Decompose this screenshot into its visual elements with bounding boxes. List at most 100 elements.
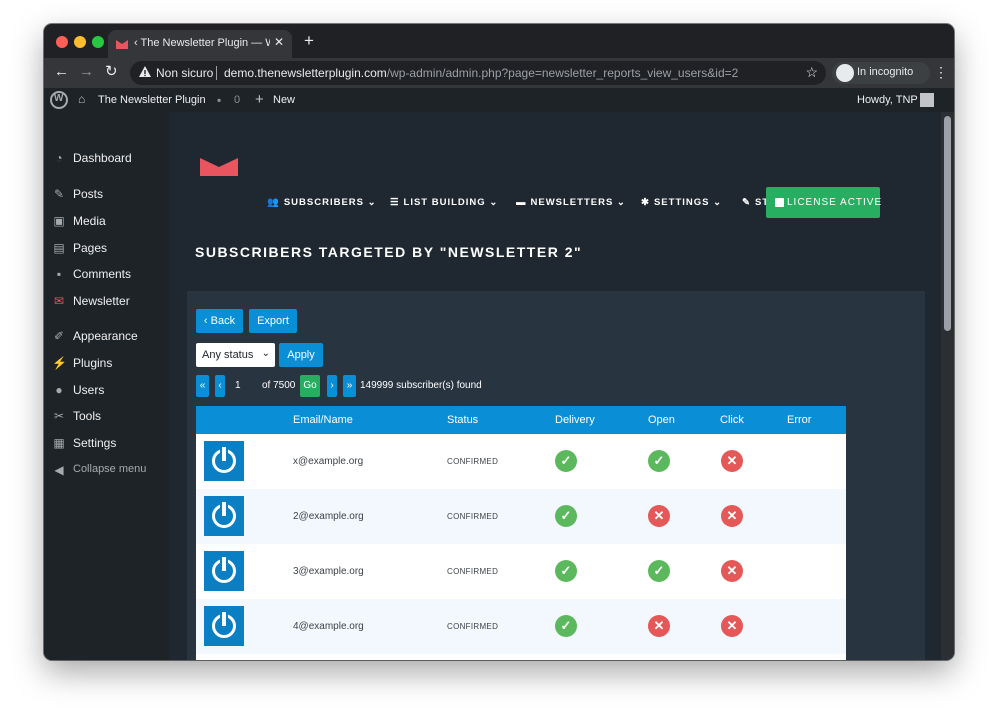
subscribers-table: Email/Name Status Delivery Open Click Er… <box>196 406 846 660</box>
chevron-down-icon: ⌄ <box>367 197 377 208</box>
sidebar-item-dashboard[interactable]: ◔ Dashboard <box>44 147 169 173</box>
go-button[interactable]: Go <box>300 375 320 397</box>
header-email-name: Email/Name <box>293 414 353 426</box>
plus-icon[interactable]: + <box>255 91 264 108</box>
open-check-icon: ✓ <box>648 450 670 472</box>
browser-menu-icon[interactable]: ⋮ <box>934 64 948 81</box>
settings-icon: ▦ <box>53 436 65 450</box>
back-button[interactable]: ‹ Back <box>196 309 243 333</box>
posts-icon: ✎ <box>53 187 65 201</box>
nav-subscribers-label: SUBSCRIBERS <box>283 197 364 208</box>
nav-newsletters-label: NEWSLETTERS <box>530 197 614 208</box>
page-title: SUBSCRIBERS TARGETED BY "NEWSLETTER 2" <box>195 244 583 260</box>
subscriber-email[interactable]: 4@example.org <box>293 621 364 632</box>
new-tab-button[interactable]: + <box>304 32 314 49</box>
reload-icon[interactable]: ↻ <box>105 63 118 81</box>
wrench-icon: ✎ <box>742 197 751 208</box>
page-scrollbar[interactable] <box>941 112 954 660</box>
header-status: Status <box>447 414 479 426</box>
nav-list-building[interactable]: ☰ LIST BUILDING ⌄ <box>390 197 498 208</box>
main-content: 👥 SUBSCRIBERS ⌄ ☰ LIST BUILDING ⌄ ▬ NEWSLET… <box>169 112 941 660</box>
open-cross-icon: ✕ <box>648 505 670 527</box>
sidebar-item-users[interactable]: ● Users <box>44 379 169 405</box>
export-button[interactable]: Export <box>249 309 297 333</box>
status-filter-select[interactable]: Any status ⌄ <box>196 343 275 367</box>
sidebar-item-appearance[interactable]: ✐ Appearance <box>44 325 169 351</box>
browser-tab[interactable]: ‹ The Newsletter Plugin — Wor ✕ <box>108 30 292 58</box>
sidebar-item-label: Posts <box>73 187 104 201</box>
power-bar-shape <box>222 447 226 461</box>
sidebar-item-posts[interactable]: ✎ Posts <box>44 183 169 209</box>
chevron-down-icon: ⌄ <box>713 197 723 208</box>
minimize-window-button[interactable] <box>74 36 86 48</box>
omnibox-divider <box>216 66 217 80</box>
scrollbar-thumb[interactable] <box>944 116 951 331</box>
wordpress-logo-letter: W <box>54 93 64 104</box>
sidebar-item-newsletter[interactable]: ✉ Newsletter <box>44 290 169 316</box>
last-page-button[interactable]: » <box>343 375 356 397</box>
header-error: Error <box>787 414 812 426</box>
collapse-menu-button[interactable]: ◀ Collapse menu <box>44 459 169 485</box>
first-page-button[interactable]: « <box>196 375 209 397</box>
report-panel: ‹ Back Export Any status ⌄ Apply « ‹ 1 o… <box>187 291 925 660</box>
license-label: LICENSE ACTIVE <box>787 197 883 208</box>
sidebar-item-settings[interactable]: ▦ Settings <box>44 432 169 458</box>
incognito-badge[interactable]: In incognito <box>832 62 930 84</box>
sidebar-item-pages[interactable]: ▤ Pages <box>44 237 169 263</box>
comment-icon[interactable]: ▪ <box>217 93 221 107</box>
power-bar-shape <box>222 502 226 516</box>
forward-icon[interactable]: → <box>79 63 94 81</box>
sidebar-item-label: Media <box>73 214 106 228</box>
tab-strip: ‹ The Newsletter Plugin — Wor ✕ + <box>44 24 954 58</box>
open-cross-icon: ✕ <box>648 615 670 637</box>
header-open: Open <box>648 414 675 426</box>
subscriber-email[interactable]: 2@example.org <box>293 511 364 522</box>
sidebar-item-label: Plugins <box>73 356 113 370</box>
subscriber-status: CONFIRMED <box>447 567 499 576</box>
subscriber-avatar-icon <box>204 551 244 591</box>
nav-subscribers[interactable]: 👥 SUBSCRIBERS ⌄ <box>267 197 377 208</box>
sidebar-item-plugins[interactable]: ⚡ Plugins <box>44 352 169 378</box>
comments-icon: ▪ <box>56 267 62 281</box>
click-cross-icon: ✕ <box>721 615 743 637</box>
sidebar-item-label: Users <box>73 383 105 397</box>
table-row: 4@example.org CONFIRMED ✓ ✕ ✕ <box>196 599 846 654</box>
sidebar-item-label: Tools <box>73 409 102 423</box>
click-cross-icon: ✕ <box>721 450 743 472</box>
dashboard-icon: ◔ <box>55 151 63 165</box>
subscriber-email[interactable]: x@example.org <box>293 456 363 467</box>
nav-settings[interactable]: ✱ SETTINGS ⌄ <box>641 197 722 208</box>
apply-button[interactable]: Apply <box>279 343 323 367</box>
close-window-button[interactable] <box>56 36 68 48</box>
newsletter-logo-icon <box>200 158 238 176</box>
new-content-link[interactable]: New <box>273 94 295 106</box>
warning-icon <box>139 66 151 77</box>
table-row: x@example.org CONFIRMED ✓ ✓ ✕ <box>196 434 846 489</box>
maximize-window-button[interactable] <box>92 36 104 48</box>
license-active-button[interactable]: LICENSE ACTIVE <box>766 187 883 218</box>
next-page-button[interactable]: › <box>327 375 337 397</box>
address-bar[interactable]: Non sicuro demo.thenewsletterplugin.com/… <box>130 61 826 85</box>
click-cross-icon: ✕ <box>721 505 743 527</box>
bookmark-star-icon[interactable]: ☆ <box>805 64 818 81</box>
sidebar-item-comments[interactable]: ▪ Comments <box>44 263 169 289</box>
back-icon[interactable]: ← <box>54 63 69 81</box>
table-row: 5@example.orgCONFIRMED✓✓✕ <box>196 654 846 660</box>
subscriber-email[interactable]: 3@example.org <box>293 566 364 577</box>
sidebar-item-media[interactable]: ▣ Media <box>44 210 169 236</box>
user-avatar[interactable] <box>920 93 934 107</box>
prev-page-button[interactable]: ‹ <box>215 375 225 397</box>
wordpress-logo-icon[interactable]: W <box>50 91 68 109</box>
page-number-input[interactable]: 1 <box>231 375 259 397</box>
power-bar-shape <box>222 612 226 626</box>
delivery-check-icon: ✓ <box>555 505 577 527</box>
subscriber-avatar-icon <box>204 606 244 646</box>
url-text[interactable]: demo.thenewsletterplugin.com/wp-admin/ad… <box>224 66 738 80</box>
home-icon[interactable]: ⌂ <box>78 92 85 106</box>
close-tab-icon[interactable]: ✕ <box>274 35 284 49</box>
nav-settings-label: SETTINGS <box>653 197 710 208</box>
sidebar-item-tools[interactable]: ✂ Tools <box>44 405 169 431</box>
nav-newsletters[interactable]: ▬ NEWSLETTERS ⌄ <box>516 197 626 208</box>
site-name-link[interactable]: The Newsletter Plugin <box>98 94 206 106</box>
howdy-user-link[interactable]: Howdy, TNP <box>857 94 918 106</box>
